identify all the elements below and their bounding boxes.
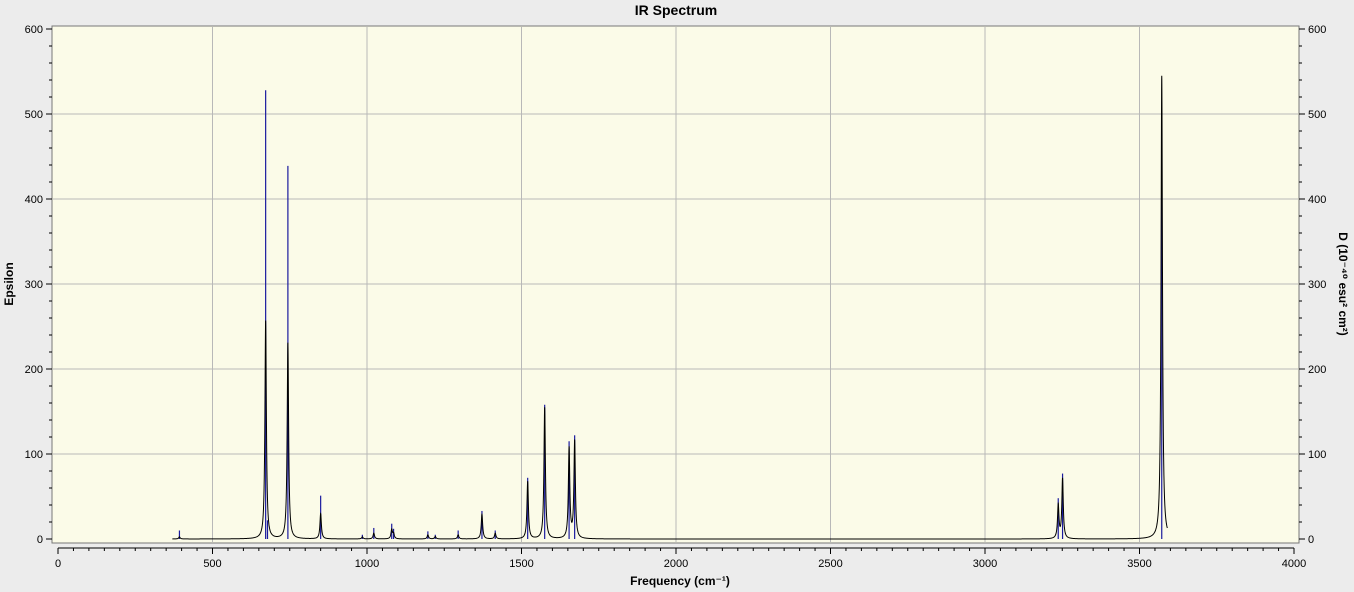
- y2-tick-label: 0: [1308, 534, 1314, 546]
- y-tick-label: 200: [25, 364, 43, 376]
- chart-canvas: IR Spectrum 0 100 200 300 400 500 600 0 100 200 3…: [2, 2, 1350, 588]
- x-axis: 0 500 1000 1500 2000 2500 3000 3500 4000: [55, 547, 1306, 570]
- chart-title: IR Spectrum: [635, 2, 717, 18]
- y2-tick-label: 300: [1308, 279, 1326, 291]
- y2-tick-label: 600: [1308, 24, 1326, 36]
- y2-tick-label: 400: [1308, 194, 1326, 206]
- y2-tick-label: 500: [1308, 109, 1326, 121]
- y-tick-label: 100: [25, 449, 43, 461]
- ir-spectrum-chart: IR Spectrum 0 100 200 300 400 500 600 0 100 200 3…: [0, 0, 1354, 592]
- x-tick-label: 2000: [664, 558, 688, 570]
- y2-axis-title: D (10⁻⁴⁰ esu² cm²): [1336, 232, 1350, 336]
- x-tick-label: 1500: [509, 558, 533, 570]
- y-axis-left: 0 100 200 300 400 500 600: [25, 24, 52, 546]
- y-tick-label: 300: [25, 279, 43, 291]
- x-tick-label: 500: [203, 558, 221, 570]
- y2-tick-label: 100: [1308, 449, 1326, 461]
- x-tick-label: 3000: [973, 558, 997, 570]
- y-axis-right: 0 100 200 300 400 500 600: [1299, 24, 1326, 546]
- y-axis-title: Epsilon: [2, 262, 16, 305]
- x-tick-label: 1000: [355, 558, 379, 570]
- x-tick-label: 4000: [1282, 558, 1306, 570]
- y-tick-label: 600: [25, 24, 43, 36]
- y-tick-label: 500: [25, 109, 43, 121]
- y-tick-label: 400: [25, 194, 43, 206]
- x-axis-title: Frequency (cm⁻¹): [630, 574, 730, 588]
- y2-tick-label: 200: [1308, 364, 1326, 376]
- x-tick-label: 2500: [818, 558, 842, 570]
- x-tick-label: 3500: [1127, 558, 1151, 570]
- x-tick-label: 0: [55, 558, 61, 570]
- y-tick-label: 0: [37, 534, 43, 546]
